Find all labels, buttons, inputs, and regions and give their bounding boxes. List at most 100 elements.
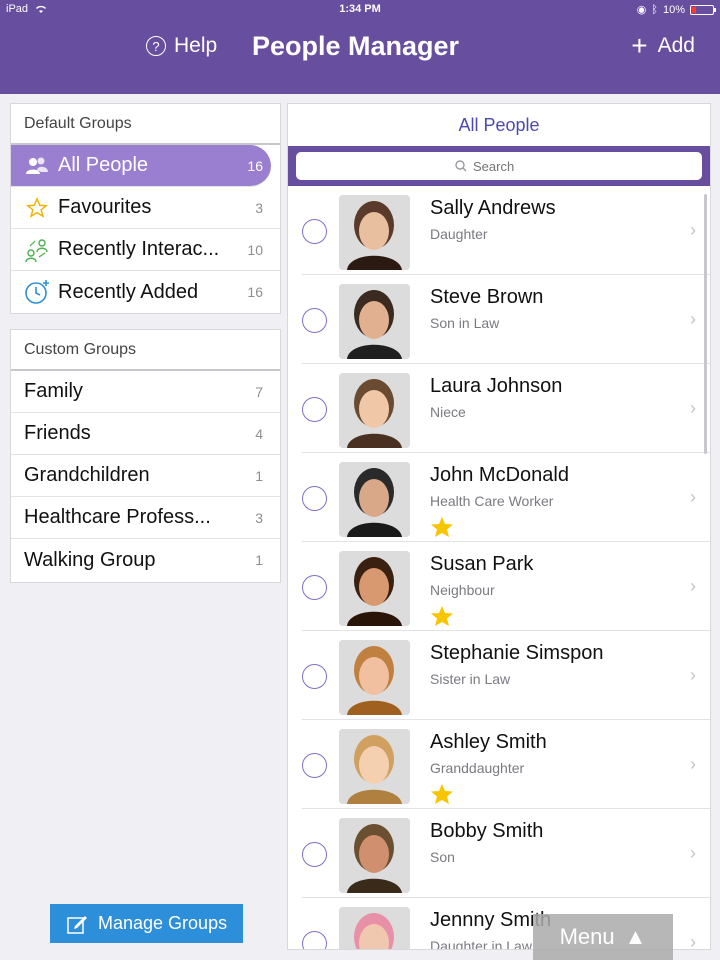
group-label: Grandchildren (24, 464, 150, 486)
plus-icon: + (631, 30, 648, 61)
person-row[interactable]: Ashley Smith Granddaughter › (302, 720, 710, 810)
avatar (339, 640, 410, 715)
group-item-walking-group[interactable]: Walking Group 1 (11, 539, 280, 581)
people-panel: All People Sally AndrewsDaughter›Steve B… (287, 103, 711, 950)
group-item-favourites[interactable]: Favourites 3 (11, 187, 280, 229)
group-item-family[interactable]: Family 7 (11, 371, 280, 413)
avatar (339, 729, 410, 804)
manage-groups-label: Manage Groups (98, 913, 228, 933)
navigation-bar: ? Help People Manager + Add (0, 20, 720, 80)
select-radio[interactable] (302, 753, 327, 778)
group-item-friends[interactable]: Friends 4 (11, 413, 280, 455)
custom-groups-header: Custom Groups (11, 330, 280, 371)
group-item-grandchildren[interactable]: Grandchildren 1 (11, 455, 280, 497)
search-input[interactable] (473, 158, 543, 174)
person-row[interactable]: Sally Andrews Daughter › (302, 186, 710, 275)
chevron-right-icon: › (690, 843, 696, 863)
search-bar (288, 146, 710, 186)
chevron-right-icon: › (690, 487, 696, 507)
avatar (339, 373, 410, 448)
search-field[interactable] (296, 152, 702, 180)
group-count: 4 (255, 425, 263, 442)
person-relation: Daughter (430, 226, 488, 242)
select-radio[interactable] (302, 486, 327, 511)
battery-percent: 10% (662, 3, 685, 16)
group-label: Recently Interac... (58, 238, 220, 260)
person-row[interactable]: John McDonald Health Care Worker › (302, 453, 710, 543)
favourite-star-icon (430, 605, 454, 632)
select-radio[interactable] (302, 397, 327, 422)
help-button[interactable]: ? Help (146, 34, 217, 58)
person-row[interactable]: Laura Johnson Niece › (302, 364, 710, 453)
manage-groups-button[interactable]: Manage Groups (50, 904, 243, 943)
page-title: People Manager (252, 31, 460, 61)
group-item-recently-added[interactable]: Recently Added 16 (11, 271, 280, 313)
people-panel-title: All People (458, 115, 540, 135)
avatar (339, 551, 410, 626)
star-outline-icon (24, 195, 50, 221)
select-radio[interactable] (302, 931, 327, 949)
group-label: Family (24, 380, 83, 402)
favourite-star-icon (430, 783, 454, 810)
bluetooth-icon: ᛒ (651, 3, 658, 16)
person-relation: Son (430, 849, 455, 865)
top-bar: iPad 1:34 PM ◉ ᛒ 10% ? Help People Manag… (0, 0, 720, 94)
avatar (339, 195, 410, 270)
person-relation: Granddaughter (430, 760, 525, 776)
search-icon (455, 160, 467, 172)
person-name: Susan Park (430, 553, 534, 575)
group-label: All People (58, 154, 149, 176)
group-count: 1 (255, 552, 263, 568)
avatar (339, 284, 410, 359)
orientation-lock-icon: ◉ (636, 4, 647, 16)
person-name: Stephanie Simspon (430, 642, 604, 664)
group-item-all-people[interactable]: All People 16 (11, 145, 271, 187)
group-count: 10 (247, 241, 263, 258)
add-button[interactable]: + Add (631, 30, 695, 61)
person-name: Sally Andrews (430, 197, 556, 219)
person-row[interactable]: Stephanie Simspon Sister in Law › (302, 631, 710, 720)
menu-button[interactable]: Menu ▲ (533, 914, 673, 960)
group-label: Recently Added (58, 280, 199, 303)
chevron-right-icon: › (690, 309, 696, 329)
person-name: John McDonald (430, 464, 569, 486)
chevron-right-icon: › (690, 398, 696, 418)
favourite-star-icon (430, 516, 454, 543)
clock-plus-icon (24, 279, 50, 305)
chevron-right-icon: › (690, 576, 696, 596)
avatar (339, 907, 410, 949)
group-count: 3 (255, 509, 263, 526)
person-row[interactable]: Bobby Smith Son › (302, 809, 710, 898)
person-name: Bobby Smith (430, 820, 544, 842)
add-label: Add (657, 34, 695, 57)
person-relation: Neighbour (430, 582, 495, 598)
battery-icon (690, 4, 716, 15)
group-item-healthcare[interactable]: Healthcare Profess... 3 (11, 497, 280, 539)
menu-label: Menu (559, 924, 615, 949)
chevron-right-icon: › (690, 665, 696, 685)
person-relation: Niece (430, 404, 466, 420)
person-name: Steve Brown (430, 286, 544, 308)
group-label: Walking Group (24, 548, 156, 571)
scrollbar[interactable] (704, 194, 707, 454)
group-item-recently-interacted[interactable]: Recently Interac... 10 (11, 229, 280, 271)
select-radio[interactable] (302, 219, 327, 244)
custom-groups-panel: Custom Groups Family 7 Friends 4 Grandch… (10, 329, 281, 583)
person-relation: Son in Law (430, 315, 500, 331)
person-name: Ashley Smith (430, 731, 547, 753)
group-count: 16 (247, 157, 263, 174)
group-label: Favourites (58, 196, 152, 218)
avatar (339, 462, 410, 537)
select-radio[interactable] (302, 308, 327, 333)
select-radio[interactable] (302, 842, 327, 867)
people-icon (24, 153, 50, 179)
help-label: Help (174, 34, 218, 57)
select-radio[interactable] (302, 664, 327, 689)
person-row[interactable]: Susan Park Neighbour › (302, 542, 710, 632)
person-row[interactable]: Steve Brown Son in Law › (302, 275, 710, 364)
person-relation: Daughter in Law (430, 938, 532, 950)
interaction-icon (24, 237, 50, 263)
edit-icon (67, 915, 87, 934)
select-radio[interactable] (302, 575, 327, 600)
status-bar: iPad 1:34 PM ◉ ᛒ 10% (0, 0, 720, 20)
